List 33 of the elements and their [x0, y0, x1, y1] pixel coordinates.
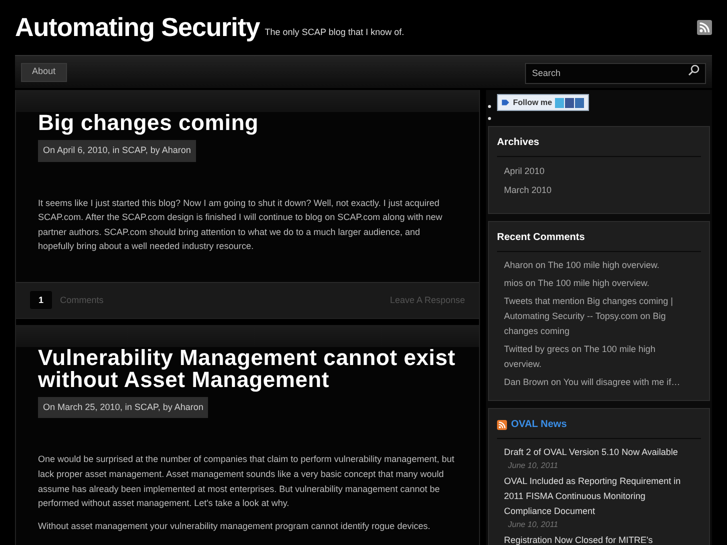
search-icon[interactable]	[688, 64, 700, 76]
archive-link[interactable]: April 2010	[504, 165, 701, 178]
follow-me-badge[interactable]: Follow me	[497, 94, 590, 111]
recent-comment-link[interactable]: Tweets that mention Big changes coming | Automating Security -- Topsy.com on Big changes coming	[504, 294, 689, 339]
archive-link[interactable]: March 2010	[504, 184, 701, 197]
news-link[interactable]: OVAL Included as Reporting Requirement in 2011 FISMA Continuous Monitoring Compliance Document	[504, 474, 693, 519]
news-date: June 10, 2011	[507, 519, 560, 531]
news-date: June 10, 2011	[507, 460, 560, 472]
post-paragraph: It seems like I just started this blog? Now I am going to shut it down? Well, not exactly. I just acquired SCAP.com. After the SCAP.com design is finished I will continue to blog on SCAP.com along with new partner authors. SCAP.com should bring attention to what we do to a much larger audience, and hopefully bring about a well needed industry resource.	[38, 196, 444, 254]
site-title[interactable]: Automating Security	[15, 8, 260, 47]
news-link[interactable]: Draft 2 of OVAL Version 5.10 Now Available	[504, 445, 693, 460]
rss-icon[interactable]	[697, 20, 712, 35]
rss-icon	[497, 420, 507, 430]
post-title[interactable]: Vulnerability Management cannot exist without Asset Management	[38, 346, 457, 391]
recent-comment-link[interactable]: Aharon on The 100 mile high overview.	[504, 258, 689, 273]
recent-comment-link[interactable]: Dan Brown on You will disagree with me if…	[504, 375, 689, 390]
search-field[interactable]: Search	[525, 62, 706, 84]
news-link[interactable]: Registration Now Closed for MITRE's	[504, 533, 693, 545]
post-paragraph: Without asset management your vulnerability management program cannot identify rogue devices.	[38, 520, 432, 533]
widget-title[interactable]: OVAL News	[511, 417, 567, 432]
bullet-icon	[488, 105, 491, 108]
post-title[interactable]: Big changes coming	[38, 112, 457, 134]
bullet-icon	[488, 117, 491, 120]
comment-count[interactable]: 1	[30, 291, 52, 310]
post-paragraph: One would be surprised at the number of companies that claim to perform vulnerability management, but lack proper asset management. Asset management sounds like a very basic concept that many would assume has already been implemented at most enterprises. But vulnerability management cannot be performed without asset management. Let's take a look at why.	[38, 453, 456, 510]
post-meta: On March 25, 2010, in SCAP, by Aharon	[38, 396, 208, 418]
recent-comment-link[interactable]: Twitted by grecs on The 100 mile high overview.	[504, 342, 689, 372]
site-tagline: The only SCAP blog that I know of.	[264, 26, 404, 39]
nav-tab[interactable]: About	[21, 62, 67, 82]
widget-title: Archives	[497, 136, 540, 150]
post-meta: On April 6, 2010, in SCAP, by Aharon	[38, 140, 196, 162]
widget-title: Recent Comments	[497, 231, 585, 245]
recent-comment-link[interactable]: mios on The 100 mile high overview.	[504, 276, 689, 291]
